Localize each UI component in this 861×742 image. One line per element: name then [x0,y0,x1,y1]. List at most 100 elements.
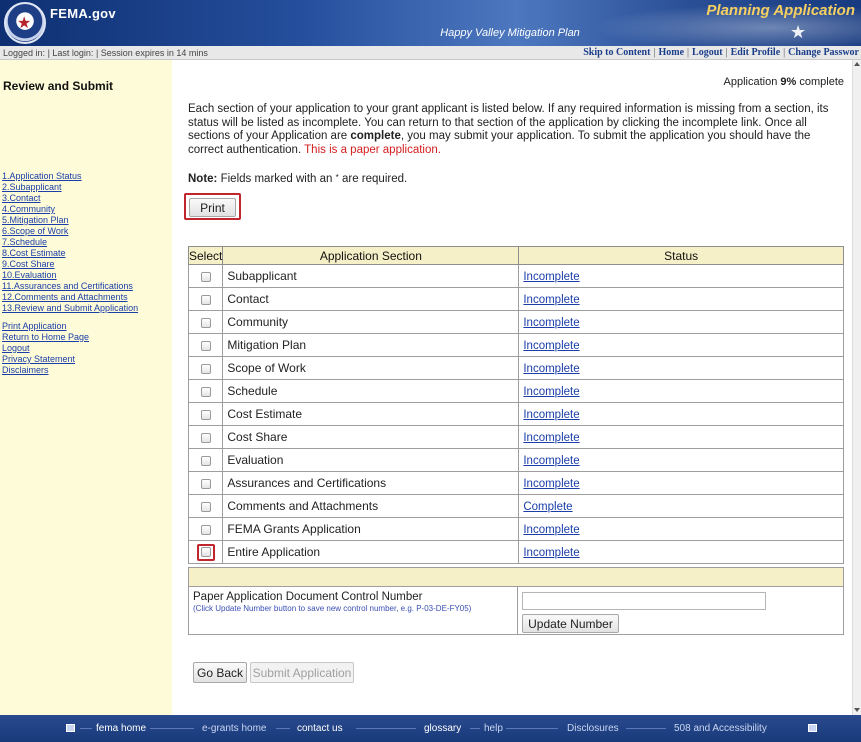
update-number-button[interactable]: Update Number [522,614,619,633]
submit-application-button[interactable]: Submit Application [250,662,354,683]
nav-step-mitigation-plan[interactable]: 5.Mitigation Plan [2,215,138,226]
table-row: FEMA Grants Application Incomplete [187,517,844,541]
table-row: Cost Estimate Incomplete [187,402,844,426]
print-button[interactable]: Print [189,198,236,217]
scroll-down-arrow-icon[interactable] [854,708,860,712]
status-link[interactable]: Incomplete [523,478,579,490]
logout-link[interactable]: Logout [692,47,723,58]
completion-status: Application 9% complete [724,76,845,88]
scroll-up-arrow-icon[interactable] [854,62,860,66]
select-checkbox[interactable] [200,363,211,374]
select-checkbox[interactable] [200,432,211,443]
header-banner: FEMA.gov Planning Application Happy Vall… [0,0,861,46]
table-row: Evaluation Incomplete [187,448,844,472]
entire-application-checkbox[interactable] [200,546,211,557]
status-link[interactable]: Incomplete [523,317,579,329]
footer-link-glossary[interactable]: glossary [424,723,461,734]
select-checkbox[interactable] [200,478,211,489]
session-info: Logged in: | Last login: | Session expir… [3,48,208,58]
change-password-link[interactable]: Change Passwor [788,47,859,58]
main-content: Application 9% complete Each section of … [172,60,852,715]
step-navigation: 1.Application Status 2.Subapplicant 3.Co… [2,171,138,314]
select-checkbox[interactable] [200,340,211,351]
status-link[interactable]: Incomplete [523,547,579,559]
status-link[interactable]: Incomplete [523,409,579,421]
status-link[interactable]: Incomplete [523,386,579,398]
select-checkbox[interactable] [200,294,211,305]
section-name: Comments and Attachments [222,494,520,518]
select-checkbox[interactable] [200,386,211,397]
status-link[interactable]: Incomplete [523,294,579,306]
footer-divider [276,728,290,729]
table-row: Cost Share Incomplete [187,425,844,449]
nav-step-review-submit[interactable]: 13.Review and Submit Application [2,303,138,314]
skip-to-content-link[interactable]: Skip to Content [583,47,650,58]
footer-link-help[interactable]: help [484,723,503,734]
home-link[interactable]: Home [658,47,684,58]
progress-prefix: Application [723,76,778,88]
footer-link-disclosures[interactable]: Disclosures [567,723,619,734]
status-link[interactable]: Complete [523,501,572,513]
status-link[interactable]: Incomplete [523,363,579,375]
footer-square-icon [808,724,817,732]
nav-step-schedule[interactable]: 7.Schedule [2,237,138,248]
application-sections-table: Select Application Section Status Subapp… [187,246,844,564]
select-checkbox[interactable] [200,455,211,466]
select-checkbox[interactable] [200,317,211,328]
table-row: Scope of Work Incomplete [187,356,844,380]
vertical-scrollbar[interactable] [852,60,861,715]
go-back-button[interactable]: Go Back [193,662,247,683]
select-checkbox[interactable] [200,409,211,420]
progress-value: 9% [780,76,797,88]
nav-step-cost-share[interactable]: 9.Cost Share [2,259,138,270]
footer-link-508-accessibility[interactable]: 508 and Accessibility [674,723,767,734]
status-link[interactable]: Incomplete [523,432,579,444]
select-checkbox[interactable] [200,271,211,282]
logged-in-label: Logged in: [3,48,46,58]
nav-step-contact[interactable]: 3.Contact [2,193,138,204]
nav-step-assurances[interactable]: 11.Assurances and Certifications [2,281,138,292]
nav-step-scope-of-work[interactable]: 6.Scope of Work [2,226,138,237]
column-header-section: Application Section [222,246,520,265]
control-number-row: Paper Application Document Control Numbe… [188,586,844,635]
print-application-link[interactable]: Print Application [2,321,89,332]
table-row: Contact Incomplete [187,287,844,311]
separator: | [783,47,786,58]
return-home-link[interactable]: Return to Home Page [2,332,89,343]
nav-step-comments[interactable]: 12.Comments and Attachments [2,292,138,303]
footer-link-egrants-home[interactable]: e-grants home [202,723,266,734]
edit-profile-link[interactable]: Edit Profile [731,47,781,58]
app-title: Planning Application [706,2,855,19]
privacy-statement-link[interactable]: Privacy Statement [2,354,89,365]
table-row: Mitigation Plan Incomplete [187,333,844,357]
status-link[interactable]: Incomplete [523,271,579,283]
table-row: Community Incomplete [187,310,844,334]
section-name: Cost Share [222,425,520,449]
nav-step-evaluation[interactable]: 10.Evaluation [2,270,138,281]
nav-step-subapplicant[interactable]: 2.Subapplicant [2,182,138,193]
section-name: Entire Application [222,540,520,564]
status-link[interactable]: Incomplete [523,524,579,536]
status-link[interactable]: Incomplete [523,340,579,352]
dhs-seal-logo[interactable] [4,2,46,44]
select-checkbox[interactable] [200,501,211,512]
footer-link-fema-home[interactable]: fema home [96,723,146,734]
status-link[interactable]: Incomplete [523,455,579,467]
nav-step-cost-estimate[interactable]: 8.Cost Estimate [2,248,138,259]
nav-step-application-status[interactable]: 1.Application Status [2,171,138,182]
control-number-input[interactable] [522,592,766,610]
footer-divider [356,728,416,729]
site-name[interactable]: FEMA.gov [50,6,116,21]
column-header-select: Select [187,246,224,265]
sidebar-title: Review and Submit [3,79,114,93]
nav-step-community[interactable]: 4.Community [2,204,138,215]
footer-divider [506,728,558,729]
section-name: Assurances and Certifications [222,471,520,495]
footer-link-contact-us[interactable]: contact us [297,723,343,734]
disclaimers-link[interactable]: Disclaimers [2,365,89,376]
select-checkbox[interactable] [200,524,211,535]
separator: | [687,47,690,58]
sidebar-logout-link[interactable]: Logout [2,343,89,354]
note-label: Note: [188,173,218,185]
section-name: Evaluation [222,448,520,472]
